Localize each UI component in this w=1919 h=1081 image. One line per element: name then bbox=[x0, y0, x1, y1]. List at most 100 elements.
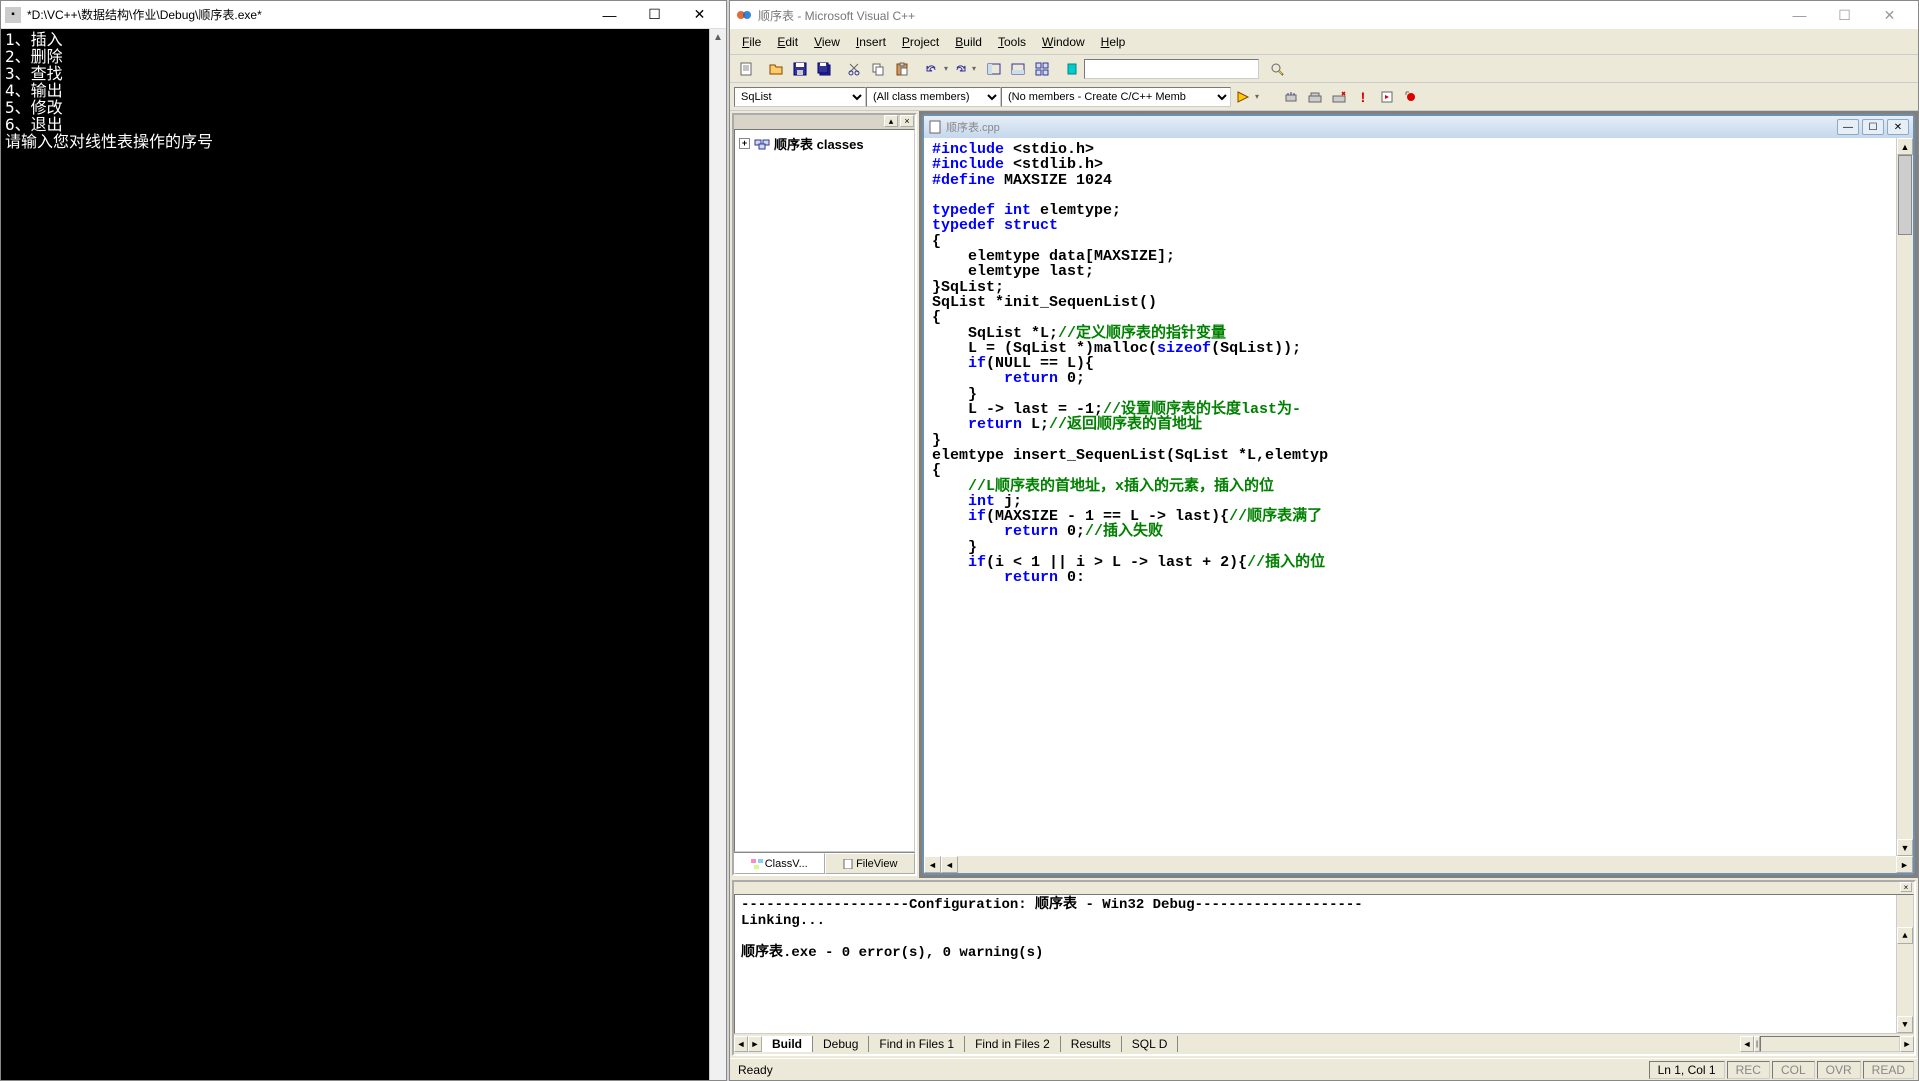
paste-icon[interactable] bbox=[891, 58, 913, 80]
output-tab-sql[interactable]: SQL D bbox=[1122, 1036, 1179, 1052]
workspace-icon[interactable] bbox=[983, 58, 1005, 80]
ide-window-controls: — ☐ ✕ bbox=[1777, 1, 1912, 29]
scrollbar-thumb[interactable] bbox=[1898, 155, 1912, 235]
compile-icon[interactable] bbox=[1280, 86, 1302, 108]
menu-project[interactable]: Project bbox=[894, 32, 947, 52]
close-button[interactable]: ✕ bbox=[677, 1, 722, 29]
workspace-area: ▴ × + 顺序表 classes ClassV... FileView bbox=[730, 111, 1918, 878]
fileview-tab-icon bbox=[842, 859, 854, 869]
output-hscroll-left-icon[interactable]: ◄ bbox=[1740, 1036, 1754, 1052]
minimize-button[interactable]: — bbox=[587, 1, 632, 29]
code-editor[interactable]: #include <stdio.h> #include <stdlib.h> #… bbox=[924, 138, 1896, 856]
editor-close-button[interactable]: ✕ bbox=[1887, 119, 1909, 135]
minimize-button[interactable]: — bbox=[1777, 1, 1822, 29]
console-scrollbar[interactable]: ▲ bbox=[709, 29, 726, 1080]
console-output[interactable]: 1、插入 2、删除 3、查找 4、输出 5、修改 6、退出 请输入您对线性表操作… bbox=[1, 29, 726, 1080]
status-message: Ready bbox=[734, 1063, 1647, 1077]
undo-icon[interactable] bbox=[921, 58, 943, 80]
status-rec: REC bbox=[1727, 1061, 1770, 1079]
editor-minimize-button[interactable]: — bbox=[1837, 119, 1859, 135]
expand-icon[interactable]: + bbox=[739, 138, 750, 149]
output-hscroll-right-icon[interactable]: ► bbox=[1900, 1036, 1914, 1052]
close-button[interactable]: ✕ bbox=[1867, 1, 1912, 29]
copy-icon[interactable] bbox=[867, 58, 889, 80]
open-icon[interactable] bbox=[765, 58, 787, 80]
menu-build[interactable]: Build bbox=[947, 32, 990, 52]
output-text[interactable]: --------------------Configuration: 顺序表 -… bbox=[734, 894, 1914, 1034]
console-app-icon: ▪ bbox=[5, 7, 21, 23]
scroll-down-icon[interactable]: ▼ bbox=[1897, 839, 1913, 856]
menu-bar: File Edit View Insert Project Build Tool… bbox=[730, 29, 1918, 55]
tab-fileview[interactable]: FileView bbox=[825, 853, 916, 874]
filter-combo[interactable]: (All class members) bbox=[866, 87, 1001, 107]
console-line: 请输入您对线性表操作的序号 bbox=[5, 133, 722, 150]
output-close-icon[interactable]: × bbox=[1900, 882, 1912, 892]
scroll-up-icon[interactable]: ▲ bbox=[710, 29, 726, 46]
output-tab-scroll-left-icon[interactable]: ◄ bbox=[734, 1036, 748, 1052]
editor-horizontal-scrollbar[interactable]: ◄ ◄ ► bbox=[924, 856, 1913, 873]
find-combo[interactable] bbox=[1084, 59, 1259, 79]
workspace-tree-panel: ▴ × + 顺序表 classes ClassV... FileView bbox=[732, 113, 917, 876]
editor-window-controls: — ☐ ✕ bbox=[1837, 119, 1909, 135]
output-tab-debug[interactable]: Debug bbox=[813, 1036, 869, 1052]
editor-vertical-scrollbar[interactable]: ▲ ▼ bbox=[1896, 138, 1913, 856]
menu-view[interactable]: View bbox=[806, 32, 848, 52]
menu-window[interactable]: Window bbox=[1034, 32, 1093, 52]
vc-app-icon bbox=[736, 7, 752, 23]
tree-panel-close-icon[interactable]: × bbox=[900, 115, 914, 127]
stop-build-icon[interactable] bbox=[1328, 86, 1350, 108]
editor-maximize-button[interactable]: ☐ bbox=[1862, 119, 1884, 135]
classview-tab-icon bbox=[751, 859, 763, 869]
output-panel: × --------------------Configuration: 顺序表… bbox=[732, 880, 1916, 1056]
scroll-left-split-icon[interactable]: ◄ bbox=[924, 856, 941, 873]
status-ovr: OVR bbox=[1817, 1061, 1861, 1079]
maximize-button[interactable]: ☐ bbox=[1822, 1, 1867, 29]
output-tab-build[interactable]: Build bbox=[762, 1036, 813, 1052]
output-tab-results[interactable]: Results bbox=[1061, 1036, 1122, 1052]
svg-text:!: ! bbox=[1361, 90, 1366, 104]
scroll-up-icon[interactable]: ▲ bbox=[1897, 927, 1913, 944]
save-all-icon[interactable] bbox=[813, 58, 835, 80]
console-window: ▪ *D:\VC++\数据结构\作业\Debug\顺序表.exe* — ☐ ✕ … bbox=[0, 0, 727, 1081]
cut-icon[interactable] bbox=[843, 58, 865, 80]
ide-title: 顺序表 - Microsoft Visual C++ bbox=[758, 7, 1777, 24]
maximize-button[interactable]: ☐ bbox=[632, 1, 677, 29]
editor-child-window: 顺序表.cpp — ☐ ✕ #include <stdio.h> #includ… bbox=[922, 114, 1915, 875]
member-combo[interactable]: (No members - Create C/C++ Memb bbox=[1001, 87, 1231, 107]
save-icon[interactable] bbox=[789, 58, 811, 80]
breakpoint-icon[interactable] bbox=[1400, 86, 1422, 108]
scroll-up-icon[interactable]: ▲ bbox=[1897, 138, 1913, 155]
class-combo[interactable]: SqList bbox=[734, 87, 866, 107]
find-icon[interactable] bbox=[1266, 58, 1288, 80]
scroll-down-icon[interactable]: ▼ bbox=[1897, 1016, 1913, 1033]
menu-help[interactable]: Help bbox=[1093, 32, 1134, 52]
menu-insert[interactable]: Insert bbox=[848, 32, 894, 52]
console-line: 4、输出 bbox=[5, 82, 722, 99]
execute-icon[interactable]: ! bbox=[1352, 86, 1374, 108]
window-list-icon[interactable] bbox=[1031, 58, 1053, 80]
output-vertical-scrollbar[interactable]: ▲ ▼ bbox=[1896, 895, 1913, 1033]
scroll-right-icon[interactable]: ► bbox=[1896, 856, 1913, 873]
menu-tools[interactable]: Tools bbox=[990, 32, 1034, 52]
output-tab-find2[interactable]: Find in Files 2 bbox=[965, 1036, 1061, 1052]
action-icon[interactable] bbox=[1232, 86, 1254, 108]
tab-classview[interactable]: ClassV... bbox=[734, 853, 825, 874]
output-tab-find1[interactable]: Find in Files 1 bbox=[869, 1036, 965, 1052]
new-text-icon[interactable] bbox=[735, 58, 757, 80]
redo-icon[interactable] bbox=[949, 58, 971, 80]
menu-edit[interactable]: Edit bbox=[769, 32, 806, 52]
console-line: 6、退出 bbox=[5, 116, 722, 133]
console-line: 2、删除 bbox=[5, 48, 722, 65]
tree-root-node[interactable]: + 顺序表 classes bbox=[739, 134, 910, 153]
go-icon[interactable] bbox=[1376, 86, 1398, 108]
menu-file[interactable]: File bbox=[734, 32, 769, 52]
build-icon[interactable] bbox=[1304, 86, 1326, 108]
output-icon[interactable] bbox=[1007, 58, 1029, 80]
tree-root-label: 顺序表 classes bbox=[774, 134, 864, 153]
output-tab-scroll-right-icon[interactable]: ► bbox=[748, 1036, 762, 1052]
class-tree[interactable]: + 顺序表 classes bbox=[734, 129, 915, 852]
scroll-left-icon[interactable]: ◄ bbox=[941, 856, 958, 873]
editor-titlebar: 顺序表.cpp — ☐ ✕ bbox=[924, 116, 1913, 138]
tree-panel-dock-icon[interactable]: ▴ bbox=[884, 115, 898, 127]
toggle-bookmark-icon[interactable] bbox=[1061, 58, 1083, 80]
